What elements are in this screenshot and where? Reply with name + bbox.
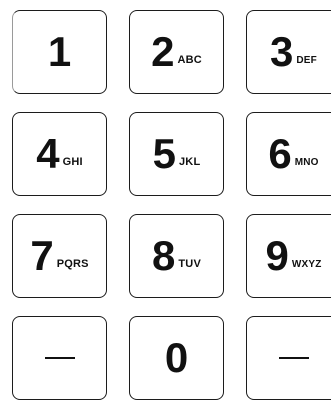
key-1[interactable]: 1 bbox=[12, 10, 107, 94]
dash-icon bbox=[44, 356, 75, 360]
key-letters: ABC bbox=[177, 54, 202, 66]
key-letters: DEF bbox=[296, 54, 317, 66]
key-9[interactable]: 9 WXYZ bbox=[246, 214, 331, 298]
key-digit: 0 bbox=[164, 334, 189, 381]
key-digit: 4 bbox=[36, 130, 60, 177]
dial-keypad: 1 2 ABC 3 DEF 4 GHI 5 JKL 6 MNO 7 PQRS 8… bbox=[0, 0, 331, 400]
key-letters: PQRS bbox=[56, 258, 89, 270]
key-dash-left[interactable] bbox=[12, 316, 107, 400]
key-digit: 3 bbox=[270, 28, 294, 75]
key-4[interactable]: 4 GHI bbox=[12, 112, 107, 196]
key-letters: TUV bbox=[178, 258, 201, 270]
key-7[interactable]: 7 PQRS bbox=[12, 214, 107, 298]
key-5[interactable]: 5 JKL bbox=[129, 112, 224, 196]
key-6[interactable]: 6 MNO bbox=[246, 112, 331, 196]
dash-icon bbox=[278, 356, 309, 360]
key-dash-right[interactable] bbox=[246, 316, 331, 400]
key-3[interactable]: 3 DEF bbox=[246, 10, 331, 94]
key-letters: MNO bbox=[294, 156, 319, 168]
key-2[interactable]: 2 ABC bbox=[129, 10, 224, 94]
key-digit: 7 bbox=[30, 232, 54, 279]
key-letters: JKL bbox=[178, 156, 201, 168]
key-digit: 1 bbox=[47, 28, 72, 75]
key-digit: 5 bbox=[152, 130, 176, 177]
key-digit: 2 bbox=[151, 28, 175, 75]
key-digit: 6 bbox=[268, 130, 292, 177]
key-letters: WXYZ bbox=[291, 258, 322, 270]
key-letters: GHI bbox=[62, 156, 83, 168]
key-digit: 9 bbox=[265, 232, 289, 279]
key-8[interactable]: 8 TUV bbox=[129, 214, 224, 298]
key-digit: 8 bbox=[152, 232, 176, 279]
key-0[interactable]: 0 bbox=[129, 316, 224, 400]
